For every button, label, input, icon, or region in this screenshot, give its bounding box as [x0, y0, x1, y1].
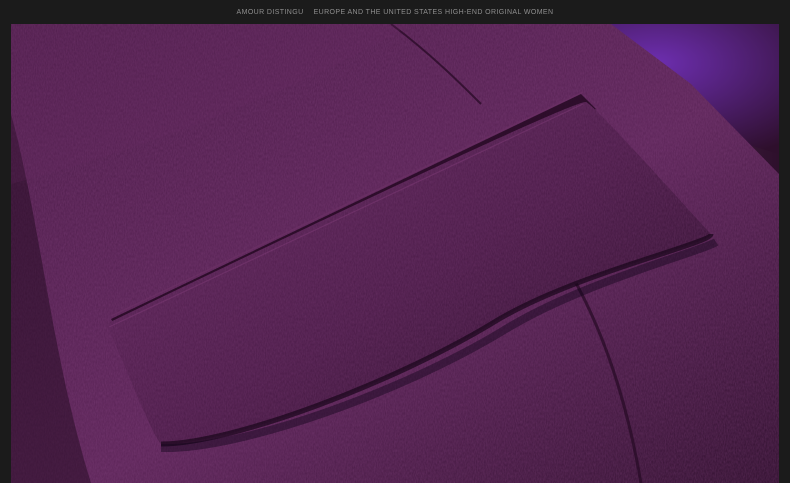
header-banner: AMOUR DISTINGU EUROPE AND THE UNITED STA… — [0, 0, 790, 24]
page: AMOUR DISTINGU EUROPE AND THE UNITED STA… — [0, 0, 790, 483]
brand-tagline: EUROPE AND THE UNITED STATES HIGH-END OR… — [313, 8, 554, 16]
product-photo-illustration — [11, 24, 779, 483]
product-photo — [11, 24, 779, 483]
brand-name: AMOUR DISTINGU — [236, 8, 304, 16]
